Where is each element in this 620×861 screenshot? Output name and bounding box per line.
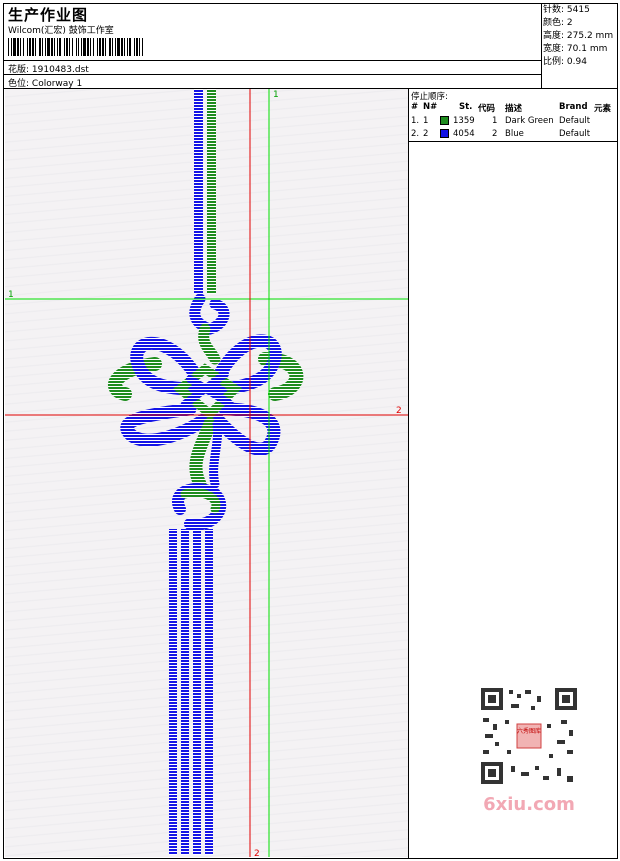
- design-preview-canvas[interactable]: 1 2 1 2: [5, 89, 408, 857]
- guide-label-v1: 1: [273, 90, 279, 100]
- property-scale: 比例: 0.94: [543, 57, 587, 67]
- watermark-seal: 六秀图库: [517, 727, 541, 735]
- qr-code: 六秀图库 6xiu.com: [477, 684, 581, 815]
- watermark-text: 6xiu.com: [483, 794, 575, 815]
- company-name: Wilcom(汇宏) 鼓饰工作室: [8, 26, 114, 36]
- color-swatch: [440, 116, 449, 125]
- colorway-row: 色位: Colorway 1: [8, 76, 82, 89]
- property-stitches: 针数: 5415: [543, 5, 590, 15]
- guide-label-h1: 1: [8, 290, 14, 300]
- guide-label-v2: 2: [254, 849, 260, 857]
- property-colors: 颜色: 2: [543, 18, 573, 28]
- stop-table-bottom: [409, 141, 618, 142]
- color-swatch: [440, 129, 449, 138]
- design-properties: 针数: 5415 颜色: 2 高度: 275.2 mm 宽度: 70.1 mm …: [543, 4, 613, 69]
- barcode: [8, 38, 143, 56]
- canvas-divider: [408, 88, 409, 858]
- colorway-value: Colorway 1: [31, 79, 83, 89]
- stop-sequence-title: 停止顺序:: [411, 92, 448, 102]
- stop-row-1: 1. 1 1359 1 Dark Green Default: [411, 116, 591, 126]
- stop-row-2: 2. 2 4054 2 Blue Default: [411, 129, 591, 139]
- embroidery-preview: 1 2 1 2: [5, 89, 408, 857]
- design-label: 花版:: [8, 65, 30, 75]
- design-row-top: [4, 60, 541, 61]
- design-row: 花版: 1910483.dst: [8, 62, 89, 75]
- stop-sequence-header: # N# St. 代码 描述 Brand 元素: [411, 102, 612, 114]
- guide-label-h2: 2: [396, 406, 402, 416]
- colorway-label: 色位:: [8, 79, 30, 89]
- property-width: 宽度: 70.1 mm: [543, 44, 608, 54]
- tassel-strands: [169, 529, 213, 855]
- property-height: 高度: 275.2 mm: [543, 31, 614, 41]
- page-title: 生产作业图: [8, 6, 89, 24]
- top-cord: [194, 89, 216, 294]
- props-divider: [541, 4, 542, 88]
- design-filename: 1910483.dst: [31, 65, 89, 75]
- watermark: 六秀图库 6xiu.com: [471, 680, 587, 820]
